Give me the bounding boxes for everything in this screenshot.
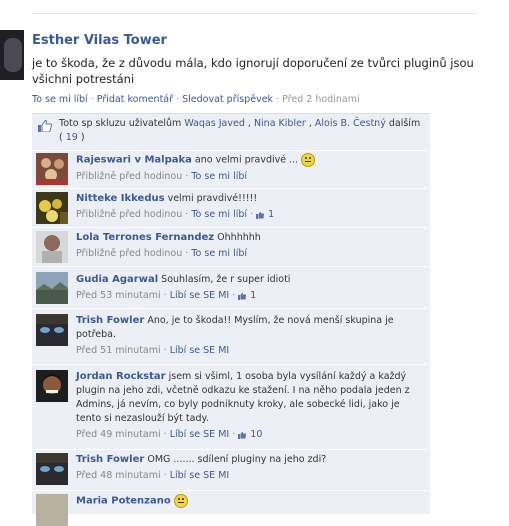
comment-like-link[interactable]: To se mi líbí: [191, 171, 247, 182]
post-like-link[interactable]: To se mi líbí: [32, 94, 88, 105]
thumbs-up-icon: [238, 292, 247, 300]
comment-item: Trish Fowler OMG ....... sdílení pluginy…: [32, 450, 430, 491]
comment-author[interactable]: Gudia Agarwal: [76, 274, 158, 285]
comment-like-link[interactable]: To se mi líbí: [191, 248, 247, 259]
post-author-avatar[interactable]: [0, 30, 24, 80]
commenter-avatar[interactable]: [36, 153, 68, 185]
thumbs-up-icon: [238, 431, 247, 439]
comment-author[interactable]: Trish Fowler: [76, 315, 144, 326]
comment-like-link[interactable]: Líbí se SE MI: [170, 470, 230, 481]
commenter-avatar[interactable]: [36, 453, 68, 485]
comment-author[interactable]: Jordan Rockstar: [76, 371, 166, 382]
likes-text: Toto sp skluzu uživatelům Waqas Javed , …: [59, 118, 421, 143]
post-author-name[interactable]: Esther Vilas Tower: [32, 33, 167, 48]
comment-text: velmi pravdivé!!!!!: [167, 193, 258, 204]
like-user-link[interactable]: Alois B. Čestný: [315, 118, 386, 129]
comment-time: Před 51 minutami: [76, 345, 161, 356]
post-text: je to škoda, že z důvodu mála, kdo ignor…: [32, 56, 474, 86]
post-follow-link[interactable]: Sledovat příspěvek: [182, 94, 273, 105]
commenter-avatar[interactable]: [36, 231, 68, 263]
comment-text: ano velmi pravdivé ...: [194, 154, 299, 166]
post-timestamp: Před 2 hodinami: [282, 94, 360, 105]
commenter-avatar[interactable]: [36, 370, 68, 402]
comment-item: Maria Potenzano: [32, 491, 430, 526]
like-user-link[interactable]: Nina Kibler: [254, 118, 306, 129]
smiley-icon: [173, 494, 188, 508]
comment-like-count[interactable]: 10: [250, 429, 262, 440]
comment-time: Přibližně před hodinou: [76, 170, 183, 182]
comment-time: Před 49 minutami: [76, 429, 161, 440]
smiley-icon: [301, 153, 316, 167]
top-divider: [32, 13, 477, 14]
post-actions: To se mi líbí · Přidat komentář · Sledov…: [32, 94, 360, 105]
commenter-avatar[interactable]: [36, 272, 68, 304]
comment-author[interactable]: Rajeswari v Malpaka: [76, 155, 192, 166]
comment-time: Přibližně před hodinou: [76, 209, 183, 220]
comment-item: Rajeswari v Malpaka ano velmi pravdivé .…: [32, 151, 430, 189]
comment-text: Souhlasím, že r super idioti: [161, 274, 291, 285]
comment-author[interactable]: Trish Fowler: [76, 454, 144, 465]
comment-text: Ohhhhhh: [217, 232, 261, 243]
comment-like-link[interactable]: Líbí se SE MI: [170, 290, 230, 301]
comment-like-count[interactable]: 1: [268, 209, 274, 220]
comment-item: Jordan Rockstar jsem si všiml, 1 osoba b…: [32, 365, 430, 450]
comment-author[interactable]: Nitteke Ikkedus: [76, 193, 165, 204]
post-comment-link[interactable]: Přidat komentář: [97, 94, 173, 105]
comment-time: Před 53 minutami: [76, 290, 161, 301]
thumbs-up-icon: [38, 120, 52, 132]
comment-item: Lola Terrones Fernandez Ohhhhhh Přibližn…: [32, 228, 430, 267]
comment-like-link[interactable]: Líbí se SE MI: [170, 345, 230, 356]
like-user-link[interactable]: Waqas Javed: [184, 118, 245, 129]
comment-like-link[interactable]: Líbí se SE MI: [170, 429, 230, 440]
commenter-avatar[interactable]: [36, 494, 68, 526]
comment-like-link[interactable]: To se mi líbí: [191, 209, 247, 220]
thumbs-up-icon: [256, 211, 265, 219]
comment-author[interactable]: Maria Potenzano: [76, 496, 171, 507]
comment-item: Trish Fowler Ano, je to škoda!! Myslím, …: [32, 309, 430, 365]
comments-panel: Toto sp skluzu uživatelům Waqas Javed , …: [32, 113, 430, 526]
comment-item: Gudia Agarwal Souhlasím, že r super idio…: [32, 267, 430, 309]
commenter-avatar[interactable]: [36, 192, 68, 224]
likes-summary: Toto sp skluzu uživatelům Waqas Javed , …: [32, 114, 430, 151]
comment-item: Nitteke Ikkedus velmi pravdivé!!!!! Přib…: [32, 189, 430, 228]
more-likes-link[interactable]: 19: [66, 132, 78, 143]
comment-text: OMG ....... sdílení pluginy na jeho zdi?: [147, 454, 327, 465]
comment-time: Před 48 minutami: [76, 470, 161, 481]
comment-author[interactable]: Lola Terrones Fernandez: [76, 232, 214, 243]
comment-like-count[interactable]: 1: [250, 290, 256, 301]
comment-time: Přibližně před hodinou: [76, 248, 183, 259]
commenter-avatar[interactable]: [36, 314, 68, 346]
